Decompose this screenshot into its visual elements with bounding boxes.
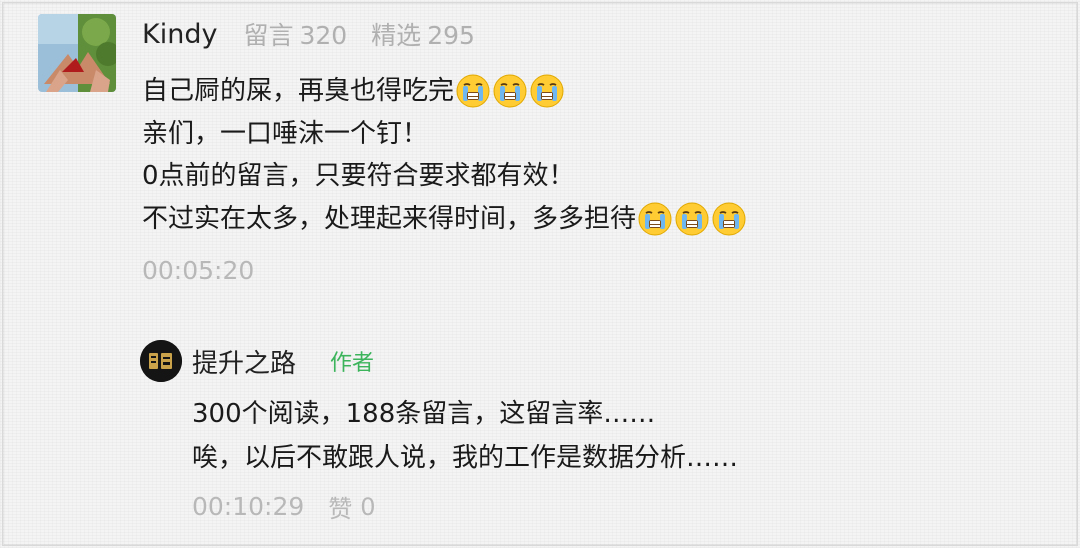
crying-face-emoji-icon — [711, 201, 747, 237]
like-count: 0 — [360, 492, 376, 521]
crying-face-emoji-icon — [529, 73, 565, 109]
comment-line-text: 自己屙的屎，再臭也得吃完 — [142, 76, 455, 106]
reply-content: 300个阅读，188条留言，这留言率…… 唉，以后不敢跟人说，我的工作是数据分析… — [192, 392, 1052, 480]
crying-face-emoji-icon — [492, 73, 528, 109]
username[interactable]: Kindy — [142, 19, 217, 50]
crying-face-emoji-icon — [637, 201, 673, 237]
comment-line-text: 0点前的留言，只要符合要求都有效！ — [142, 161, 575, 191]
comment-line: 0点前的留言，只要符合要求都有效！ — [142, 155, 1042, 198]
reply-line: 唉，以后不敢跟人说，我的工作是数据分析…… — [192, 436, 1052, 480]
author-avatar[interactable] — [140, 340, 182, 382]
reply-line: 300个阅读，188条留言，这留言率…… — [192, 392, 1052, 436]
comment-header: Kindy 留言 320 精选 295 — [142, 14, 499, 54]
reply-meta: 00:10:29 赞 0 — [192, 489, 376, 524]
user-avatar[interactable] — [38, 14, 116, 92]
comment-line-text: 亲们，一口唾沫一个钉！ — [142, 118, 429, 149]
like-label: 赞 — [328, 495, 353, 523]
like-button[interactable]: 赞 0 — [328, 489, 375, 524]
reply-line-text: 300个阅读，188条留言，这留言率…… — [192, 399, 656, 429]
crying-face-emoji-icon — [455, 73, 491, 109]
reply-header: 提升之路 作者 — [192, 341, 374, 381]
comment-timestamp: 00:05:20 — [142, 256, 255, 285]
reply-line-text: 唉，以后不敢跟人说，我的工作是数据分析…… — [192, 443, 739, 473]
featured-label: 精选 — [371, 21, 422, 50]
comments-label: 留言 — [243, 21, 294, 50]
author-name[interactable]: 提升之路 — [192, 343, 296, 380]
comment-line-text: 不过实在太多，处理起来得时间，多多担待 — [142, 203, 637, 234]
comment-line: 不过实在太多，处理起来得时间，多多担待 — [142, 198, 1042, 241]
featured-count: 295 — [427, 21, 475, 50]
comment-line: 亲们，一口唾沫一个钉！ — [142, 113, 1042, 156]
featured-stat: 精选 295 — [371, 16, 475, 52]
author-badge: 作者 — [330, 351, 375, 376]
comment-line: 自己屙的屎，再臭也得吃完 — [142, 70, 1042, 113]
comment-content: 自己屙的屎，再臭也得吃完 亲们，一口唾沫一个钉！ 0点前的留言，只要符合要求都有… — [142, 70, 1042, 240]
comments-stat: 留言 320 — [243, 16, 347, 52]
crying-face-emoji-icon — [674, 201, 710, 237]
reply-timestamp: 00:10:29 — [192, 492, 305, 521]
comments-count: 320 — [299, 21, 348, 50]
